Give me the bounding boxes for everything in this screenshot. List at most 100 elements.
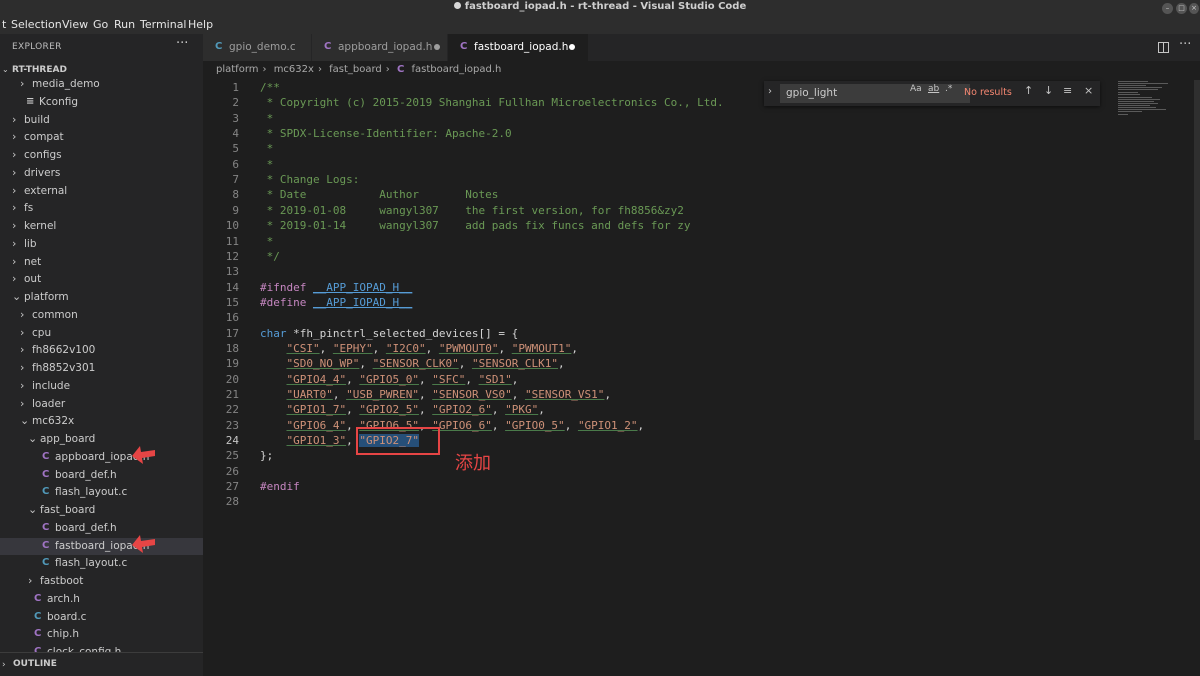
find-input[interactable]: gpio_light <box>780 84 970 103</box>
tree-folder[interactable]: › build <box>0 112 203 130</box>
maximize-icon[interactable]: □ <box>1176 3 1187 14</box>
outline-section[interactable]: › OUTLINE <box>0 652 203 676</box>
tree-folder[interactable]: ⌄ fast_board <box>0 502 203 520</box>
breadcrumb-item[interactable]: platform <box>216 64 259 75</box>
tree-folder[interactable]: › cpu <box>0 325 203 343</box>
tree-folder[interactable]: › configs <box>0 147 203 165</box>
tree-file[interactable]: Carch.h <box>0 591 203 609</box>
chevron-down-icon: ⌄ <box>28 503 38 516</box>
tree-file[interactable]: ≡ Kconfig <box>0 94 203 112</box>
menu-item-truncated[interactable]: t <box>2 18 6 31</box>
more-actions-icon[interactable]: ··· <box>1179 37 1191 52</box>
code-line: 12 */ <box>203 250 1083 265</box>
code-token: "GPIO6_6" <box>432 418 492 432</box>
tree-item-label: net <box>24 255 42 268</box>
tree-folder[interactable]: › drivers <box>0 165 203 183</box>
close-window-icon[interactable]: × <box>1189 3 1199 14</box>
tree-folder[interactable]: › fs <box>0 200 203 218</box>
tree-folder[interactable]: › compat <box>0 129 203 147</box>
code-token: * <box>260 157 274 171</box>
whole-word-icon[interactable]: ab <box>928 84 939 94</box>
breadcrumb-item[interactable]: mc632x <box>274 64 314 75</box>
breadcrumb-item[interactable]: fast_board <box>329 64 382 75</box>
tree-folder[interactable]: › out <box>0 271 203 289</box>
close-icon[interactable]: × <box>1084 84 1093 97</box>
menu-item-run[interactable]: Run <box>114 18 135 31</box>
tree-folder[interactable]: › fh8662v100 <box>0 342 203 360</box>
line-source: "SD0_NO_WP", "SENSOR_CLK0", "SENSOR_CLK1… <box>260 357 565 370</box>
tree-file[interactable]: Cboard_def.h <box>0 467 203 485</box>
minimize-icon[interactable]: – <box>1162 3 1173 14</box>
line-number: 9 <box>232 203 239 217</box>
modified-dot-icon[interactable] <box>434 44 440 50</box>
tree-folder[interactable]: › kernel <box>0 218 203 236</box>
tree-file[interactable]: Cboard_def.h <box>0 520 203 538</box>
line-number: 21 <box>225 388 239 401</box>
line-number: 24 <box>225 434 239 448</box>
tree-folder[interactable]: ⌄ app_board <box>0 431 203 449</box>
code-editor[interactable]: 1 /** 2 * Copyright (c) 2015-2019 Shanghai… <box>203 79 1200 676</box>
modified-dot-icon[interactable] <box>569 44 575 50</box>
split-editor-icon[interactable] <box>1158 42 1169 53</box>
tab-fastboard-iopad[interactable]: C fastboard_iopad.h <box>448 34 589 61</box>
tree-file[interactable]: Cappboard_iopad.h <box>0 449 203 467</box>
match-case-icon[interactable]: Aa <box>910 84 922 94</box>
menu-item-help[interactable]: Help <box>188 18 213 31</box>
red-arrow-annotation-icon <box>132 446 155 464</box>
tree-folder[interactable]: › include <box>0 378 203 396</box>
tree-folder[interactable]: ⌄ mc632x <box>0 413 203 431</box>
tree-folder[interactable]: › fh8852v301 <box>0 360 203 378</box>
code-token: "USB_PWREN" <box>346 388 419 401</box>
find-in-selection-icon[interactable]: ≡ <box>1063 84 1072 97</box>
tree-item-label: mc632x <box>32 415 75 428</box>
chevron-right-icon: › <box>317 64 322 75</box>
code-token: , <box>498 341 512 355</box>
breadcrumb-item[interactable]: fastboard_iopad.h <box>412 64 502 75</box>
toggle-replace-icon[interactable]: › <box>768 86 772 97</box>
minimap[interactable] <box>1118 80 1178 120</box>
tree-file[interactable]: Cflash_layout.c <box>0 484 203 502</box>
chevron-right-icon: › <box>12 165 17 179</box>
menu-item-terminal[interactable]: Terminal <box>140 18 187 31</box>
explorer-title: EXPLORER <box>12 42 62 52</box>
tree-item-label: out <box>24 273 42 286</box>
menu-item-view[interactable]: View <box>62 18 88 31</box>
line-number: 8 <box>232 188 239 202</box>
project-name: RT-THREAD <box>12 65 67 75</box>
menu-item-selection[interactable]: Selection <box>11 18 62 31</box>
line-number: 16 <box>225 311 239 325</box>
tree-folder[interactable]: › fastboot <box>0 573 203 591</box>
tree-folder[interactable]: › external <box>0 183 203 201</box>
tree-file[interactable]: Cflash_layout.c <box>0 555 203 573</box>
tree-file[interactable]: Cfastboard_iopad.h <box>0 537 203 556</box>
tab-appboard-iopad[interactable]: C appboard_iopad.h <box>312 34 448 61</box>
regex-icon[interactable]: .* <box>945 84 952 94</box>
code-token: "SD0_NO_WP" <box>286 357 360 371</box>
more-actions-icon[interactable]: ··· <box>176 36 188 51</box>
tree-item-label: compat <box>24 131 64 144</box>
tree-file[interactable]: Cchip.h <box>0 626 203 644</box>
tree-folder[interactable]: › common <box>0 307 203 325</box>
code-token: #endif <box>260 480 300 494</box>
tree-item-label: configs <box>24 149 62 161</box>
vertical-scrollbar[interactable] <box>1194 80 1200 440</box>
menu-item-go[interactable]: Go <box>93 18 108 31</box>
tree-folder[interactable]: › net <box>0 254 203 272</box>
tree-folder[interactable]: › lib <box>0 236 203 254</box>
tree-folder[interactable]: › loader <box>0 396 203 414</box>
chevron-down-icon: ⌄ <box>20 414 30 428</box>
chevron-right-icon: › <box>12 112 17 126</box>
h-file-icon: C <box>34 628 42 640</box>
line-source: * <box>260 235 274 248</box>
chevron-right-icon: › <box>20 343 25 357</box>
tree-folder[interactable]: › media_demo <box>0 76 203 94</box>
tree-folder[interactable]: ⌄ platform <box>0 289 203 307</box>
line-source: * Copyright (c) 2015-2019 Shanghai Fullh… <box>260 96 724 109</box>
line-source: "GPIO4_4", "GPIO5_0", "SFC", "SD1", <box>260 373 519 386</box>
previous-match-icon[interactable]: ↑ <box>1024 84 1033 97</box>
tree-file[interactable]: Cboard.c <box>0 609 203 627</box>
next-match-icon[interactable]: ↓ <box>1044 84 1053 97</box>
tab-gpio-demo[interactable]: C gpio_demo.c <box>203 34 312 61</box>
